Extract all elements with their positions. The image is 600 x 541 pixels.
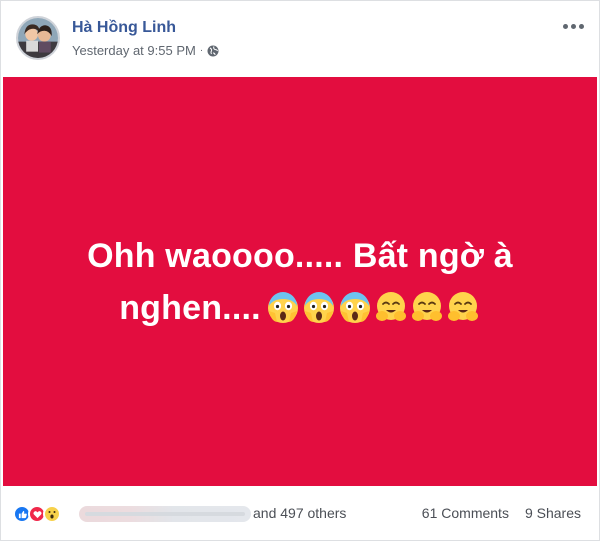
meta-separator: ·: [199, 45, 204, 56]
reaction-others-count[interactable]: and 497 others: [253, 505, 346, 521]
face-screaming-in-fear-icon: [303, 291, 334, 323]
post-meta: Yesterday at 9:55 PM ·: [72, 43, 219, 58]
status-emojis: [265, 289, 481, 325]
post-header: Hà Hồng Linh Yesterday at 9:55 PM ·: [1, 1, 599, 76]
face-screaming-in-fear-icon: [339, 291, 370, 323]
hugging-face-icon: [375, 291, 406, 321]
post-footer: and 497 others 61 Comments 9 Shares: [1, 496, 599, 532]
blurred-reactor-names: [79, 506, 251, 522]
reaction-icons[interactable]: [13, 505, 61, 523]
engagement-counts: 61 Comments 9 Shares: [422, 505, 581, 521]
status-background: Ohh waoooo..... Bất ngờ à nghen....: [3, 77, 597, 486]
author-name[interactable]: Hà Hồng Linh: [72, 19, 176, 37]
hugging-face-icon: [447, 291, 478, 321]
post-timestamp[interactable]: Yesterday at 9:55 PM: [72, 43, 196, 58]
shares-count[interactable]: 9 Shares: [525, 505, 581, 521]
avatar-photo: [18, 18, 58, 58]
comments-count[interactable]: 61 Comments: [422, 505, 509, 521]
more-options-icon[interactable]: [563, 19, 585, 33]
globe-icon[interactable]: [207, 45, 219, 57]
author-avatar[interactable]: [16, 16, 60, 60]
wow-icon[interactable]: [43, 505, 61, 523]
hugging-face-icon: [411, 291, 442, 321]
status-text: Ohh waoooo..... Bất ngờ à nghen....: [73, 230, 527, 334]
face-screaming-in-fear-icon: [267, 291, 298, 323]
post-card: Hà Hồng Linh Yesterday at 9:55 PM · Ohh …: [0, 0, 600, 541]
